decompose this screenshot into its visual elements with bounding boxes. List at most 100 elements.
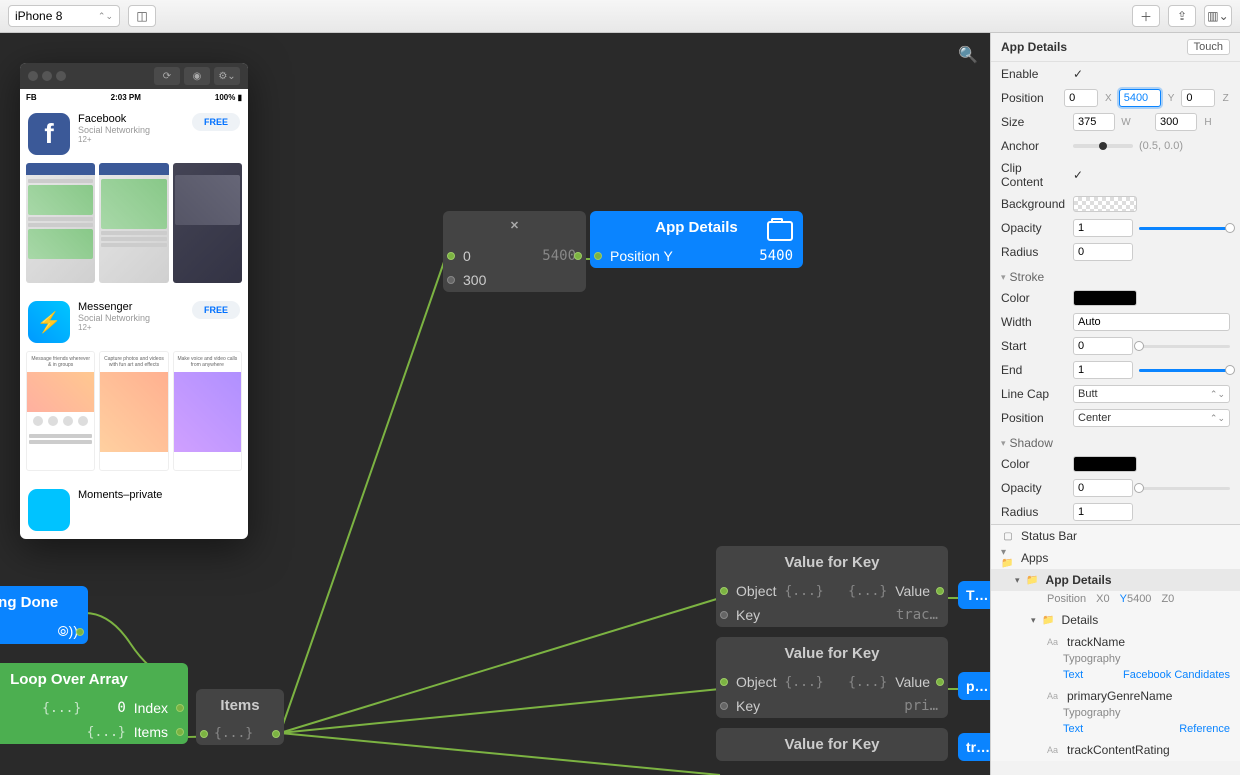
pos-x-input[interactable] [1064,89,1098,107]
inspector-panel: App Details Touch Enable✓ Position X Y Z… [990,33,1240,775]
camera-icon[interactable]: ◉ [184,67,210,85]
stroke-pos-select[interactable]: Center⌃⌄ [1073,409,1230,427]
enable-label: Enable [1001,67,1067,81]
port-in[interactable] [720,587,728,595]
height-input[interactable] [1155,113,1197,131]
port-in[interactable] [447,276,455,284]
traffic-close[interactable] [28,71,38,81]
value-for-key-node[interactable]: Value for Key [716,728,948,761]
shadow-radius-label: Radius [1001,505,1067,519]
value-for-key-node[interactable]: Value for Key Object{...}{...}Value Keyt… [716,546,948,627]
layer-details[interactable]: ▾📁Details [991,609,1240,631]
free-button[interactable]: FREE [192,113,240,131]
shadow-color-swatch[interactable] [1073,456,1137,472]
json-obj-icon: {...} [848,584,887,599]
shadow-header[interactable]: Shadow [991,430,1240,452]
shadow-radius-input[interactable] [1073,503,1133,521]
layer-primarygenre[interactable]: AaprimaryGenreName [991,685,1240,707]
port-in[interactable] [720,611,728,619]
pos-y-input[interactable] [1119,89,1161,107]
multiply-node[interactable]: 05400 300 [443,211,586,292]
gear-icon[interactable]: ⚙⌄ [214,67,240,85]
port-in[interactable] [720,678,728,686]
opacity-input[interactable] [1073,219,1133,237]
stroke-header[interactable]: Stroke [991,264,1240,286]
traffic-max[interactable] [56,71,66,81]
shadow-opacity-input[interactable] [1073,479,1133,497]
panels-button[interactable]: ▥⌄ [1204,5,1232,27]
port-in[interactable] [447,252,455,260]
layer-trackname[interactable]: AatrackName [991,631,1240,653]
layer-apps[interactable]: ▾ 📁Apps [991,547,1240,569]
stroke-end-slider[interactable] [1139,369,1230,372]
toolbar: iPhone 8 ⌃⌄ ◫ ＋ ⇪ ▥⌄ [0,0,1240,33]
text-link[interactable]: Text [1063,669,1083,681]
app-category: Social Networking [78,313,184,323]
port-in[interactable] [200,730,208,738]
moments-icon [28,489,70,531]
width-input[interactable] [1073,113,1115,131]
port-out[interactable] [936,678,944,686]
app-age: 12+ [78,323,184,332]
size-label: Size [1001,115,1067,129]
port-in[interactable] [594,252,602,260]
canvas[interactable]: 🔍 ⟳ ◉ ⚙⌄ FB 2:03 PM 100% ▮ f [0,33,990,775]
split-view-button[interactable]: ◫ [128,5,156,27]
anchor-slider[interactable] [1073,144,1133,148]
port-out[interactable] [574,252,582,260]
layer-trackrating[interactable]: AatrackContentRating [991,739,1240,761]
anchor-value: (0.5, 0.0) [1139,140,1183,152]
stroke-end-input[interactable] [1073,361,1133,379]
port-out[interactable] [176,704,184,712]
track-node[interactable]: T… [958,581,990,609]
touch-button[interactable]: Touch [1187,39,1230,55]
shadow-opacity-slider[interactable] [1139,487,1230,490]
traffic-min[interactable] [42,71,52,81]
device-selector[interactable]: iPhone 8 ⌃⌄ [8,5,120,27]
stroke-start-input[interactable] [1073,337,1133,355]
layer-position-row: Position X0 Y5400 Z0 [991,591,1240,609]
stroke-start-slider[interactable] [1139,345,1230,348]
port-out[interactable] [936,587,944,595]
enable-checkbox[interactable]: ✓ [1073,67,1083,81]
pos-z-input[interactable] [1181,89,1215,107]
row-label: Position Y [600,248,751,264]
stroke-pos-label: Position [1001,411,1067,425]
port-out[interactable] [272,730,280,738]
stroke-color-swatch[interactable] [1073,290,1137,306]
clip-checkbox[interactable]: ✓ [1073,168,1083,182]
app-details-node[interactable]: App Details Position Y5400 [590,211,803,268]
radius-input[interactable] [1073,243,1133,261]
node-header: Loop Over Array [0,663,188,696]
add-button[interactable]: ＋ [1132,5,1160,27]
screenshot: Make voice and video calls from anywhere [173,351,242,471]
disclosure-icon[interactable]: ▾ [1031,615,1036,626]
opacity-slider[interactable] [1139,227,1230,230]
share-button[interactable]: ⇪ [1168,5,1196,27]
reload-icon[interactable]: ⟳ [154,67,180,85]
loading-done-node[interactable]: ling Done ⦾)) [0,586,88,644]
port-in[interactable] [720,702,728,710]
port-out[interactable] [176,728,184,736]
app-name: Messenger [78,301,184,313]
bg-swatch[interactable] [1073,196,1137,212]
typography-label: Typography [1063,707,1120,719]
port-out[interactable] [76,628,84,636]
candidates-link[interactable]: Facebook Candidates [1123,669,1230,681]
items-node[interactable]: Items {...} [196,689,284,745]
stroke-width-input[interactable] [1073,313,1230,331]
primary-node[interactable]: p… [958,672,990,700]
json-obj-icon: {...} [42,701,81,716]
layer-appdetails[interactable]: ▾📁App Details [991,569,1240,591]
track-rating-node[interactable]: tr… [958,733,990,761]
screenshots-row: Message friends wherever & in groups Cap… [20,351,248,481]
disclosure-icon[interactable]: ▾ [1015,575,1020,586]
text-link[interactable]: Text [1063,723,1083,735]
layer-statusbar[interactable]: ▢Status Bar [991,525,1240,547]
linecap-select[interactable]: Butt⌃⌄ [1073,385,1230,403]
reference-link[interactable]: Reference [1179,723,1230,735]
free-button[interactable]: FREE [192,301,240,319]
value-for-key-node[interactable]: Value for Key Object{...}{...}Value Keyp… [716,637,948,718]
search-icon[interactable]: 🔍 [958,45,978,65]
loop-node[interactable]: Loop Over Array ay{...}0Index {...}Items [0,663,188,744]
